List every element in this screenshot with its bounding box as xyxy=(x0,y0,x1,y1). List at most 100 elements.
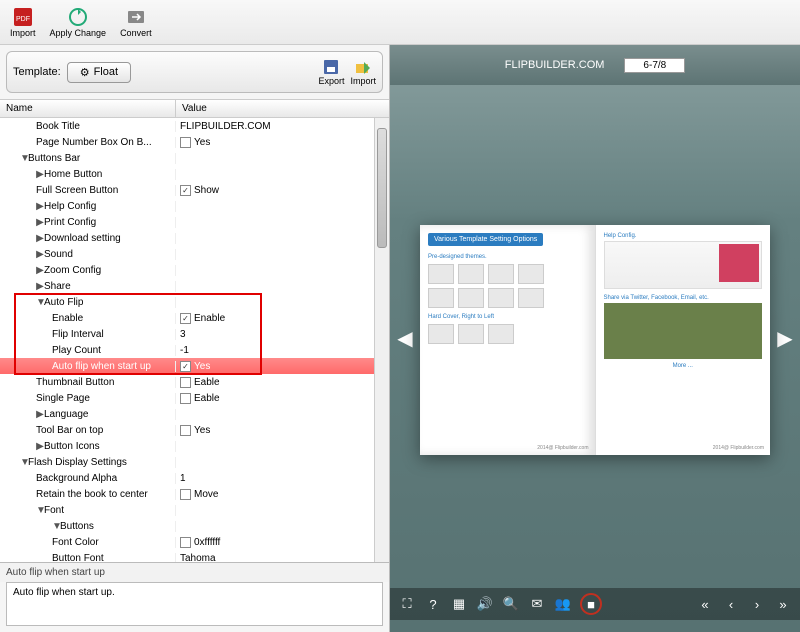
property-row[interactable]: Button FontTahoma xyxy=(0,550,389,562)
next-icon[interactable]: › xyxy=(748,595,766,613)
email-icon[interactable]: ✉ xyxy=(528,595,546,613)
checkbox-icon[interactable] xyxy=(180,537,191,548)
template-selector[interactable]: ⚙ Float xyxy=(67,62,131,83)
property-row[interactable]: ▶Button Icons xyxy=(0,438,389,454)
property-row[interactable]: Flip Interval3 xyxy=(0,326,389,342)
checkbox-icon[interactable] xyxy=(180,137,191,148)
disclosure-triangle-icon[interactable]: ▶ xyxy=(36,409,44,420)
disclosure-triangle-icon[interactable]: ▶ xyxy=(36,441,44,452)
checkbox-icon[interactable] xyxy=(180,377,191,388)
checkbox-icon[interactable] xyxy=(180,489,191,500)
value-text: FLIPBUILDER.COM xyxy=(180,121,271,132)
first-page-icon[interactable]: « xyxy=(696,595,714,613)
property-value[interactable]: ✓Show xyxy=(176,185,389,196)
disclosure-triangle-icon[interactable]: ▶ xyxy=(36,201,44,212)
property-row[interactable]: Enable✓Enable xyxy=(0,310,389,326)
disclosure-triangle-icon[interactable]: ▶ xyxy=(36,217,44,228)
property-value[interactable]: Tahoma xyxy=(176,553,389,563)
disclosure-triangle-icon[interactable]: ▼ xyxy=(36,505,44,516)
property-row[interactable]: ▶Home Button xyxy=(0,166,389,182)
property-row[interactable]: ▶Print Config xyxy=(0,214,389,230)
export-button[interactable]: Export xyxy=(318,58,344,86)
disclosure-triangle-icon[interactable]: ▶ xyxy=(36,265,44,276)
property-value[interactable]: -1 xyxy=(176,345,389,356)
property-value[interactable]: 0xffffff xyxy=(176,537,389,548)
property-row[interactable]: ▶Sound xyxy=(0,246,389,262)
property-row[interactable]: Book TitleFLIPBUILDER.COM xyxy=(0,118,389,134)
prev-icon[interactable]: ‹ xyxy=(722,595,740,613)
convert-button[interactable]: Convert xyxy=(116,4,156,40)
property-value[interactable]: Yes xyxy=(176,425,389,436)
scrollbar[interactable] xyxy=(374,118,389,562)
checkbox-icon[interactable]: ✓ xyxy=(180,185,191,196)
property-row[interactable]: ▶Zoom Config xyxy=(0,262,389,278)
zoom-icon[interactable]: 🔍 xyxy=(502,595,520,613)
disclosure-triangle-icon[interactable]: ▶ xyxy=(36,281,44,292)
property-name: ▼Buttons xyxy=(0,521,176,532)
scrollbar-thumb[interactable] xyxy=(377,128,387,248)
import-button[interactable]: PDF Import xyxy=(6,4,40,40)
disclosure-triangle-icon[interactable]: ▶ xyxy=(36,249,44,260)
col-value[interactable]: Value xyxy=(176,100,389,117)
property-value[interactable]: 3 xyxy=(176,329,389,340)
apply-change-button[interactable]: Apply Change xyxy=(46,4,111,40)
property-row[interactable]: ▼Font xyxy=(0,502,389,518)
preview-toolbar: ⛶ ? ▦ 🔊 🔍 ✉ 👥 ■ « ‹ › » xyxy=(390,588,800,620)
property-row[interactable]: Full Screen Button✓Show xyxy=(0,182,389,198)
help-icon[interactable]: ? xyxy=(424,595,442,613)
property-value[interactable]: Eable xyxy=(176,377,389,388)
disclosure-triangle-icon[interactable]: ▶ xyxy=(36,233,44,244)
last-page-icon[interactable]: » xyxy=(774,595,792,613)
property-row[interactable]: ▼Buttons xyxy=(0,518,389,534)
property-row[interactable]: Retain the book to centerMove xyxy=(0,486,389,502)
property-name: ▶Button Icons xyxy=(0,441,176,452)
property-row[interactable]: Single PageEable xyxy=(0,390,389,406)
disclosure-triangle-icon[interactable]: ▼ xyxy=(36,297,44,308)
value-text: Eable xyxy=(194,377,220,388)
property-row[interactable]: ▶Help Config xyxy=(0,198,389,214)
thumbnails-icon[interactable]: ▦ xyxy=(450,595,468,613)
checkbox-icon[interactable]: ✓ xyxy=(180,361,191,372)
property-value[interactable]: ✓Enable xyxy=(176,313,389,324)
disclosure-triangle-icon[interactable]: ▼ xyxy=(52,521,60,532)
property-row[interactable]: ▶Download setting xyxy=(0,230,389,246)
checkbox-icon[interactable] xyxy=(180,393,191,404)
property-row[interactable]: Background Alpha1 xyxy=(0,470,389,486)
property-value[interactable]: Eable xyxy=(176,393,389,404)
share-icon[interactable]: 👥 xyxy=(554,595,572,613)
property-value[interactable]: Move xyxy=(176,489,389,500)
property-row[interactable]: Auto flip when start up✓Yes xyxy=(0,358,389,374)
disclosure-triangle-icon[interactable]: ▼ xyxy=(20,457,28,468)
prev-page-arrow[interactable]: ◀ xyxy=(396,325,414,351)
property-value[interactable]: 1 xyxy=(176,473,389,484)
property-row[interactable]: Thumbnail ButtonEable xyxy=(0,374,389,390)
next-page-arrow[interactable]: ▶ xyxy=(776,325,794,351)
property-row[interactable]: ▼Buttons Bar xyxy=(0,150,389,166)
property-row[interactable]: Font Color0xffffff xyxy=(0,534,389,550)
import-template-button[interactable]: Import xyxy=(350,58,376,86)
right-page: Help Config. Share via Twitter, Facebook… xyxy=(596,225,771,455)
property-row[interactable]: ▼Flash Display Settings xyxy=(0,454,389,470)
property-row[interactable]: ▶Language xyxy=(0,406,389,422)
disclosure-triangle-icon[interactable]: ▼ xyxy=(20,153,28,164)
book-preview[interactable]: Various Template Setting Options Pre-des… xyxy=(420,225,770,455)
property-row[interactable]: Tool Bar on topYes xyxy=(0,422,389,438)
stop-autoflip-icon[interactable]: ■ xyxy=(580,593,602,615)
checkbox-icon[interactable] xyxy=(180,425,191,436)
value-text: 0xffffff xyxy=(194,537,220,548)
col-name[interactable]: Name xyxy=(0,100,176,117)
property-row[interactable]: Play Count-1 xyxy=(0,342,389,358)
sound-icon[interactable]: 🔊 xyxy=(476,595,494,613)
property-row[interactable]: ▶Share xyxy=(0,278,389,294)
checkbox-icon[interactable]: ✓ xyxy=(180,313,191,324)
disclosure-triangle-icon[interactable]: ▶ xyxy=(36,169,44,180)
fullscreen-icon[interactable]: ⛶ xyxy=(398,595,416,613)
property-name: Single Page xyxy=(0,393,176,404)
property-value[interactable]: Yes xyxy=(176,137,389,148)
property-row[interactable]: ▼Auto Flip xyxy=(0,294,389,310)
page-number-box[interactable]: 6-7/8 xyxy=(624,58,685,73)
property-value[interactable]: FLIPBUILDER.COM xyxy=(176,121,389,132)
property-grid[interactable]: Book TitleFLIPBUILDER.COMPage Number Box… xyxy=(0,118,389,562)
property-value[interactable]: ✓Yes xyxy=(176,361,389,372)
property-row[interactable]: Page Number Box On B...Yes xyxy=(0,134,389,150)
